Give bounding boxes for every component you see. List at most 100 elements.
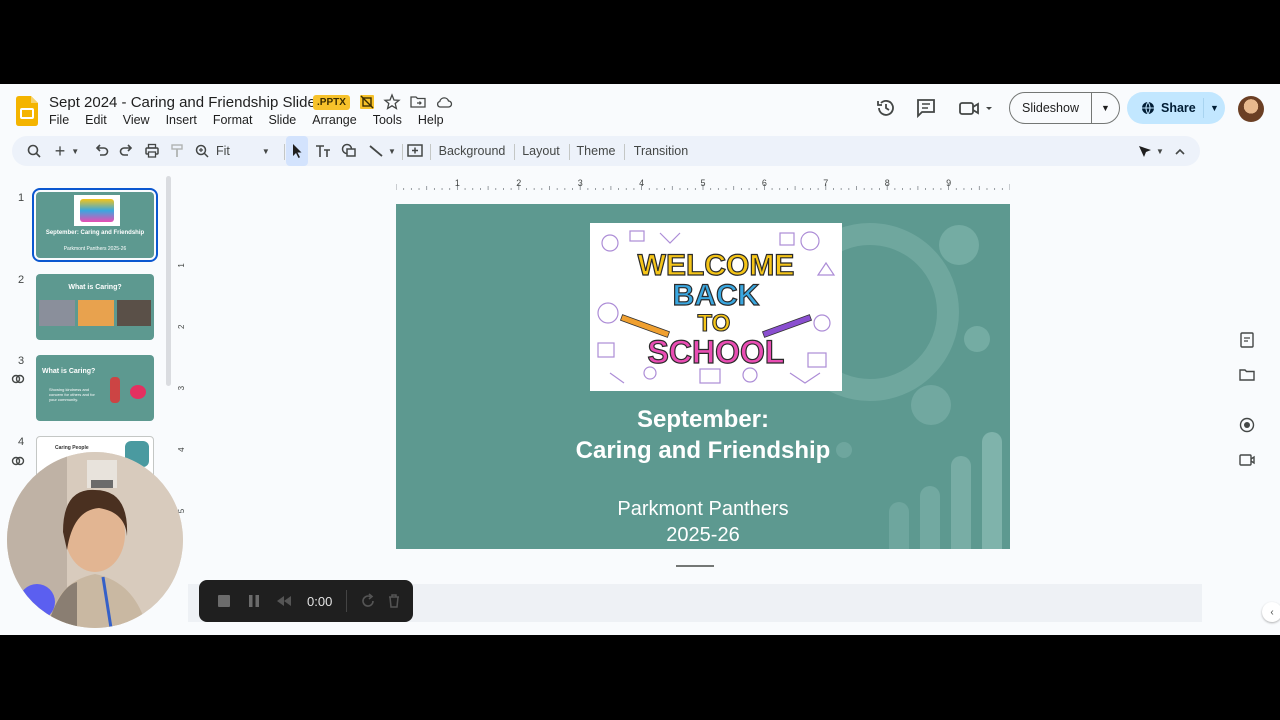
star-icon[interactable] [383, 93, 401, 111]
shape-icon[interactable] [340, 136, 358, 166]
thumb-photo [117, 300, 151, 326]
pointer-mode-button[interactable]: ▼ [1136, 136, 1166, 166]
comments-icon[interactable] [915, 97, 937, 119]
toolbar-divider [514, 144, 515, 160]
search-menus-icon[interactable] [26, 136, 42, 166]
filmstrip-scrollbar[interactable] [166, 176, 171, 386]
slide-subtitle-line2: 2025-26 [666, 524, 740, 546]
new-slide-button[interactable]: + ▼ [52, 136, 82, 166]
thumb-title: What is Caring? [42, 368, 96, 375]
toolbar-divider [569, 144, 570, 160]
main-toolbar: + ▼ Fit ▼ ▼ Background Layout Theme Tran… [12, 136, 1200, 166]
share-main-button[interactable]: Share [1127, 101, 1203, 115]
restart-icon[interactable] [359, 592, 377, 610]
ruler-label: 4 [639, 178, 644, 188]
thumb-title: Caring People [55, 445, 89, 451]
slides-logo-icon[interactable] [16, 96, 38, 126]
version-history-icon[interactable] [875, 97, 897, 119]
collapse-toolbar-chevron-up-icon[interactable] [1172, 136, 1188, 166]
webcam-overlay[interactable] [7, 452, 183, 628]
keep-notes-icon[interactable] [1238, 331, 1256, 349]
zoom-value: Fit [216, 144, 230, 158]
slide-number: 3 [18, 355, 25, 367]
meet-video-icon[interactable] [957, 97, 995, 119]
menu-insert[interactable]: Insert [158, 113, 205, 127]
share-dropdown-chevron-icon[interactable]: ▼ [1203, 98, 1225, 118]
slide-canvas[interactable]: WELCOME BACK TO SCHOOL September: Caring… [396, 204, 1010, 549]
ruler-label: 7 [823, 178, 828, 188]
menu-help[interactable]: Help [410, 113, 452, 127]
print-icon[interactable] [144, 136, 160, 166]
welcome-back-banner-image[interactable]: WELCOME BACK TO SCHOOL [590, 223, 842, 391]
menu-bar: File Edit View Insert Format Slide Arran… [41, 113, 452, 127]
select-tool-button[interactable] [286, 136, 308, 166]
undo-icon[interactable] [94, 136, 110, 166]
slideshow-start-button[interactable]: Slideshow [1010, 93, 1092, 123]
slides-app: Sept 2024 - Caring and Friendship Slide … [0, 84, 1280, 635]
transition-button[interactable]: Transition [630, 136, 692, 166]
add-comment-icon[interactable] [406, 136, 424, 166]
slideshow-button: Slideshow ▼ [1009, 92, 1120, 124]
paint-format-icon[interactable] [169, 136, 185, 166]
ruler-label: 5 [178, 508, 186, 513]
line-tool-button[interactable]: ▼ [366, 136, 398, 166]
thumb-heart [130, 385, 146, 399]
pointer-icon [1139, 146, 1152, 157]
side-panel-chevron-left-icon[interactable]: ‹ [1262, 602, 1280, 622]
notes-resize-handle[interactable] [676, 565, 714, 567]
chevron-up-icon [1175, 148, 1185, 155]
account-avatar[interactable] [1238, 96, 1264, 122]
record-icon[interactable] [1238, 416, 1256, 434]
slide-number: 2 [18, 274, 25, 286]
zoom-icon[interactable] [194, 136, 210, 166]
slide-number: 4 [18, 436, 25, 448]
theme-button[interactable]: Theme [574, 136, 618, 166]
menu-file[interactable]: File [41, 113, 77, 127]
menu-slide[interactable]: Slide [260, 113, 304, 127]
slide-title-line1: September: [636, 406, 770, 433]
stop-icon[interactable] [215, 592, 233, 610]
slide-thumbnail-1[interactable]: September: Caring and Friendship Parkmon… [32, 188, 158, 262]
text-box-icon[interactable] [314, 136, 332, 166]
menu-tools[interactable]: Tools [365, 113, 410, 127]
menu-arrange[interactable]: Arrange [304, 113, 364, 127]
video-add-icon[interactable] [1238, 451, 1256, 469]
layout-button[interactable]: Layout [518, 136, 564, 166]
redo-icon[interactable] [118, 136, 134, 166]
menu-format[interactable]: Format [205, 113, 261, 127]
slide-title-line2: Caring and Friendship [575, 437, 831, 464]
offline-unavailable-icon[interactable] [358, 93, 376, 111]
ruler-label: 1 [178, 263, 186, 268]
presenter-video [7, 452, 183, 628]
ruler-label: 8 [885, 178, 890, 188]
ruler-label: 9 [946, 178, 951, 188]
cloud-saved-icon[interactable] [435, 93, 453, 111]
chevron-down-icon: ▼ [261, 146, 270, 156]
thumb-photo [78, 300, 114, 326]
thumb-title: What is Caring? [68, 284, 122, 291]
chevron-down-icon: ▼ [388, 146, 396, 156]
slide-thumbnail-2[interactable]: What is Caring? [36, 274, 154, 340]
link-icon [11, 456, 25, 466]
slide-thumbnail-3[interactable]: What is Caring? Showing kindness and con… [36, 355, 154, 421]
pause-icon[interactable] [245, 592, 263, 610]
background-button[interactable]: Background [436, 136, 508, 166]
globe-icon [1142, 101, 1154, 115]
thumb-photo [39, 300, 75, 326]
zoom-select[interactable]: Fit ▼ [216, 136, 276, 166]
trash-icon[interactable] [385, 592, 403, 610]
ruler-label: 2 [178, 324, 186, 329]
slideshow-dropdown-chevron-icon[interactable]: ▼ [1092, 103, 1119, 113]
file-type-badge: .PPTX [313, 95, 350, 110]
menu-view[interactable]: View [115, 113, 158, 127]
chevron-down-icon: ▼ [1156, 146, 1164, 156]
folder-icon[interactable] [1238, 366, 1256, 384]
document-title[interactable]: Sept 2024 - Caring and Friendship Slide [49, 94, 316, 111]
rewind-icon[interactable] [275, 592, 293, 610]
move-folder-icon[interactable] [409, 93, 427, 111]
plus-icon: + [54, 140, 66, 161]
slide-number: 1 [18, 192, 25, 204]
ruler-label: 6 [762, 178, 767, 188]
menu-edit[interactable]: Edit [77, 113, 115, 127]
toolbar-divider [624, 144, 625, 160]
